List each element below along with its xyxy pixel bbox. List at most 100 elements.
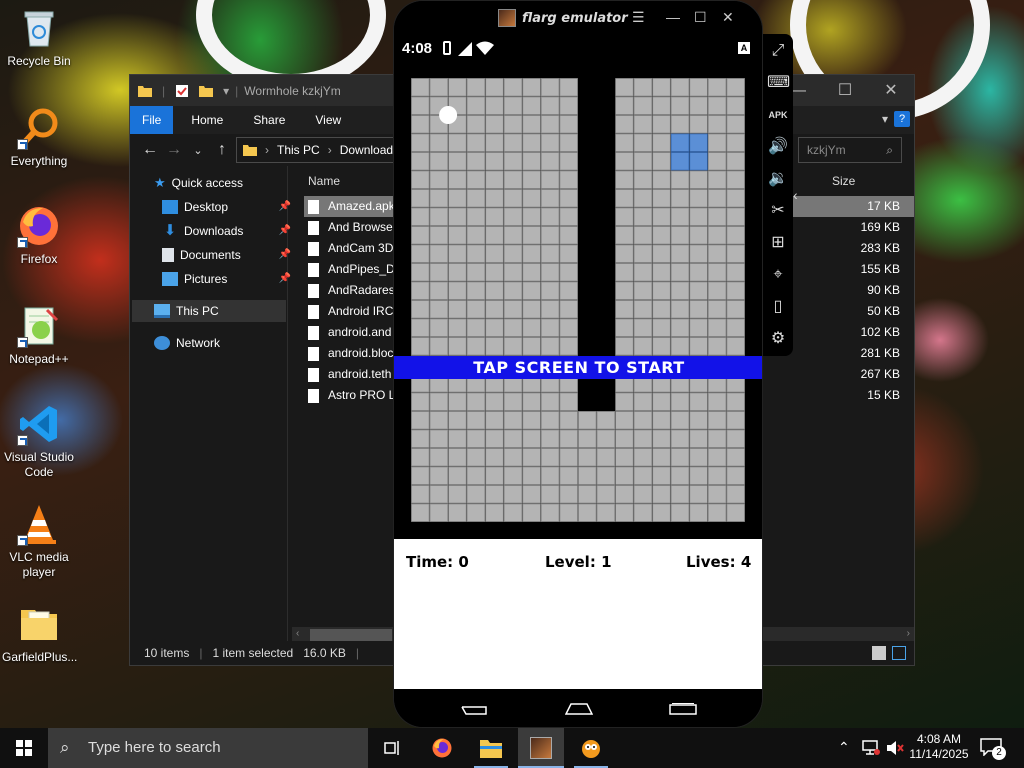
location-icon[interactable]: ⌖ — [767, 264, 789, 286]
nav-network[interactable]: Network — [154, 332, 220, 354]
screenshot-icon[interactable]: ✂ — [767, 200, 789, 222]
column-header-name[interactable]: Name — [308, 174, 340, 188]
desktop-icon-recycle-bin[interactable]: Recycle Bin — [2, 6, 76, 69]
help-icon[interactable]: ? — [894, 111, 910, 127]
nav-documents[interactable]: Documents 📌 — [162, 244, 291, 266]
details-view-icon[interactable] — [872, 646, 886, 660]
network-status-icon[interactable] — [862, 740, 880, 756]
forward-arrow-icon[interactable]: → — [162, 141, 186, 159]
volume-up-icon[interactable]: 🔊 — [767, 136, 789, 158]
divider: | — [199, 646, 203, 660]
goal-tile — [670, 133, 690, 152]
floor-tile — [633, 448, 653, 467]
keyboard-icon[interactable]: ⌨ — [767, 72, 790, 94]
column-header-size[interactable]: Size — [832, 174, 855, 188]
taskbar-flarg-emulator[interactable] — [518, 728, 564, 768]
up-arrow-icon[interactable]: ↑ — [210, 141, 234, 159]
recents-nav-icon[interactable] — [669, 703, 697, 715]
game-area[interactable]: TAP SCREEN TO START — [394, 61, 762, 539]
scroll-left-icon[interactable]: ‹ — [296, 628, 299, 639]
nav-downloads[interactable]: ⬇ Downloads 📌 — [162, 220, 291, 242]
floor-tile — [670, 466, 690, 485]
desktop-icon-notepadpp[interactable]: Notepad++ — [2, 304, 76, 367]
taskbar-search-input[interactable]: ⌕ Type here to search — [48, 728, 368, 768]
floor-tile — [485, 300, 504, 319]
desktop-icon-label: Everything — [10, 154, 68, 168]
file-size: 283 KB — [860, 241, 900, 255]
taskbar-garfield-app[interactable] — [568, 728, 614, 768]
floor-tile — [615, 244, 634, 263]
large-icons-view-icon[interactable] — [892, 646, 906, 660]
start-banner[interactable]: TAP SCREEN TO START — [394, 356, 762, 379]
tab-file[interactable]: File — [130, 106, 174, 134]
scroll-thumb[interactable] — [310, 629, 392, 641]
nav-this-pc[interactable]: This PC — [132, 300, 286, 322]
home-nav-icon[interactable] — [565, 703, 593, 715]
floor-tile — [726, 170, 745, 189]
notifications-button[interactable]: 2 — [980, 738, 1006, 760]
floor-tile — [652, 133, 671, 152]
floor-tile — [485, 244, 504, 263]
floor-tile — [559, 133, 578, 152]
floor-tile — [540, 429, 560, 448]
close-button[interactable]: ✕ — [868, 75, 914, 106]
emulator-titlebar[interactable]: flarg emulator ☰ — ☐ ✕ — [394, 1, 762, 37]
emulator-window[interactable]: flarg emulator ☰ — ☐ ✕ 4:08 A TAP SCREEN… — [393, 0, 763, 728]
settings-icon[interactable]: ⚙ — [767, 328, 789, 350]
breadcrumb-this-pc[interactable]: This PC — [277, 143, 320, 157]
floor-tile — [670, 503, 690, 522]
desktop-icon-vlc[interactable]: VLC media player — [2, 502, 76, 580]
breadcrumb-downloads[interactable]: Downloads — [340, 143, 399, 157]
desktop-icon-everything[interactable]: Everything — [2, 106, 76, 169]
hud-lives: Lives: 4 — [686, 553, 752, 571]
tab-view[interactable]: View — [303, 106, 353, 134]
expand-ribbon-icon[interactable]: ▾ — [882, 112, 888, 126]
floor-tile — [429, 448, 449, 467]
back-nav-icon[interactable] — [460, 703, 488, 715]
nav-desktop[interactable]: Desktop 📌 — [162, 196, 291, 218]
taskbar-file-explorer[interactable] — [468, 728, 514, 768]
desktop-icon-firefox[interactable]: Firefox — [2, 204, 76, 267]
menu-icon[interactable]: ☰ — [632, 9, 645, 26]
tab-share[interactable]: Share — [241, 106, 297, 134]
fullscreen-icon[interactable]: ⤢ — [767, 40, 789, 62]
add-icon[interactable]: ⊞ — [767, 232, 789, 254]
start-button[interactable] — [0, 728, 48, 768]
shortcut-arrow-icon — [17, 139, 28, 150]
properties-icon[interactable] — [175, 84, 189, 97]
volume-muted-icon[interactable] — [886, 740, 904, 756]
desktop-icon-garfield-folder[interactable]: GarfieldPlus... — [2, 602, 77, 665]
maximize-button[interactable]: ☐ — [822, 75, 868, 106]
search-input[interactable]: kzkjYm ⌕ — [798, 137, 902, 163]
new-folder-icon[interactable] — [199, 85, 214, 97]
floor-tile — [411, 318, 430, 337]
desktop-icon-vscode[interactable]: Visual Studio Code — [2, 402, 76, 480]
floor-tile — [411, 392, 430, 411]
recent-locations-icon[interactable]: ⌄ — [186, 144, 210, 157]
back-arrow-icon[interactable]: ← — [138, 141, 162, 159]
collapse-toolbar-icon[interactable]: ‹ — [793, 185, 807, 205]
minimize-button[interactable]: — — [666, 9, 680, 25]
close-button[interactable]: ✕ — [722, 9, 734, 26]
task-view-button[interactable] — [370, 728, 414, 768]
customize-quick-access-icon[interactable]: ▾ — [223, 84, 229, 98]
floor-tile — [411, 189, 430, 208]
floor-tile — [615, 152, 634, 171]
scroll-right-icon[interactable]: › — [907, 628, 910, 639]
floor-tile — [652, 170, 671, 189]
floor-tile — [615, 392, 634, 411]
nav-pictures[interactable]: Pictures 📌 — [162, 268, 291, 290]
floor-tile — [707, 411, 727, 430]
floor-tile — [485, 318, 504, 337]
divider: | — [355, 646, 360, 660]
show-hidden-icons-icon[interactable]: ⌃ — [838, 739, 850, 756]
apk-install-icon[interactable]: APK — [767, 104, 789, 126]
game-board[interactable] — [411, 78, 745, 522]
taskbar-firefox[interactable] — [420, 728, 464, 768]
maximize-button[interactable]: ☐ — [694, 9, 707, 26]
shake-icon[interactable]: ▯ — [767, 296, 789, 318]
volume-down-icon[interactable]: 🔉 — [767, 168, 789, 190]
clock[interactable]: 4:08 AM 11/14/2025 — [906, 732, 972, 762]
tab-home[interactable]: Home — [179, 106, 235, 134]
nav-quick-access[interactable]: ★ Quick access — [154, 172, 243, 194]
